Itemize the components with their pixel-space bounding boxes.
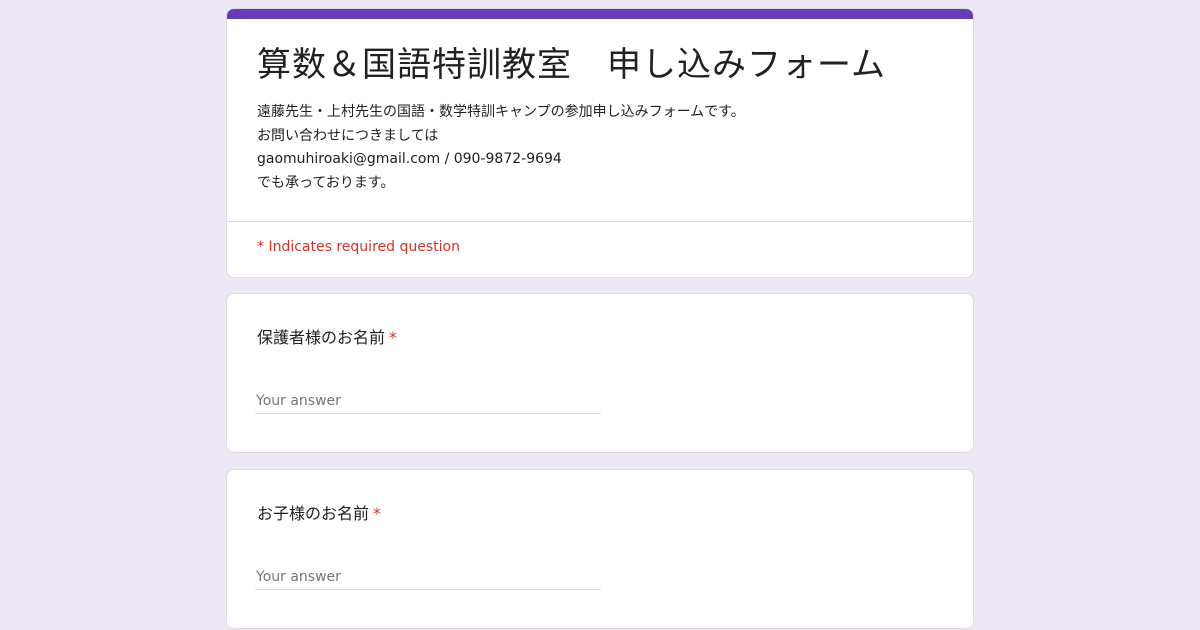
required-asterisk: * <box>389 328 398 347</box>
question-label: お子様のお名前 <box>257 504 370 523</box>
description-line: gaomuhiroaki@gmail.com / 090-9872-9694 <box>257 151 562 167</box>
form-header-card: 算数＆国語特訓教室 申し込みフォーム 遠藤先生・上村先生の国語・数学特訓キャンプ… <box>226 8 974 278</box>
required-asterisk: * <box>373 504 382 523</box>
form-description: 遠藤先生・上村先生の国語・数学特訓キャンプの参加申し込みフォームです。 お問い合… <box>257 101 947 195</box>
question-card-child-name: お子様のお名前 * <box>226 469 974 629</box>
guardian-name-input[interactable] <box>255 388 601 414</box>
header-accent-bar <box>227 9 973 19</box>
description-line: お問い合わせにつきましては <box>257 127 439 144</box>
question-title: お子様のお名前 * <box>257 500 381 524</box>
child-name-input[interactable] <box>255 564 601 590</box>
form-title: 算数＆国語特訓教室 申し込みフォーム <box>257 45 886 85</box>
required-note: * Indicates required question <box>257 239 460 255</box>
question-title: 保護者様のお名前 * <box>257 324 397 348</box>
description-line: 遠藤先生・上村先生の国語・数学特訓キャンプの参加申し込みフォームです。 <box>257 104 745 120</box>
question-card-guardian-name: 保護者様のお名前 * <box>226 293 974 453</box>
header-divider <box>227 221 973 222</box>
description-line: でも承っております。 <box>257 174 395 191</box>
question-label: 保護者様のお名前 <box>257 328 386 347</box>
